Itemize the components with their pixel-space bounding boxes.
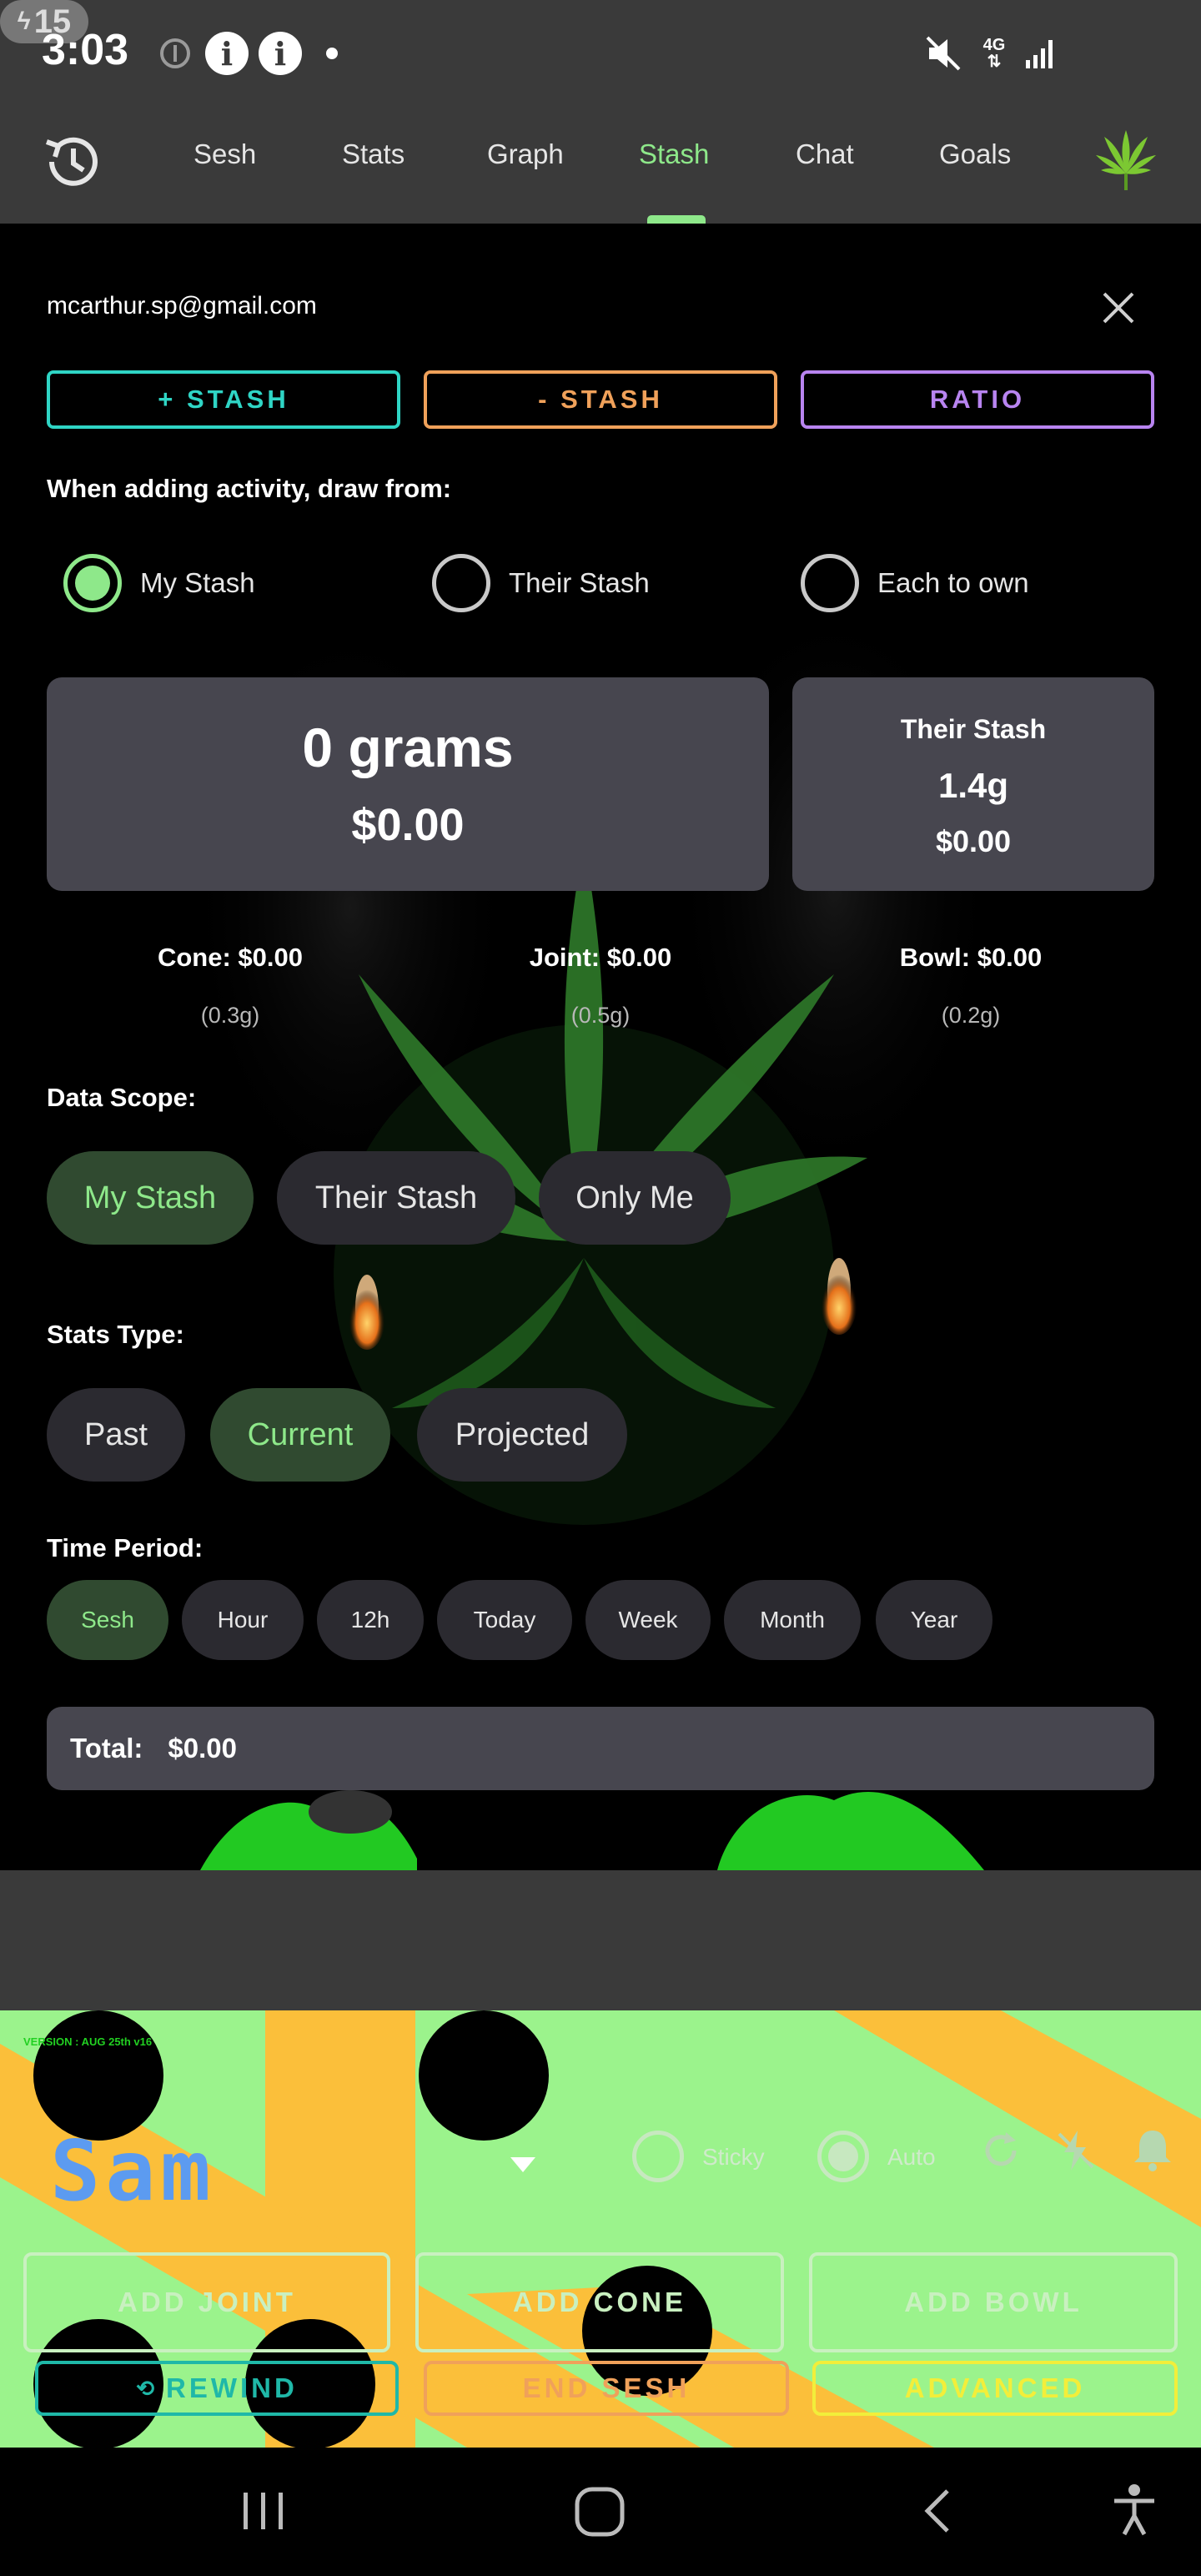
radio-selected-icon[interactable] (63, 554, 122, 612)
scope-their-stash[interactable]: Their Stash (277, 1151, 515, 1245)
flash-off-icon[interactable] (1053, 2127, 1099, 2174)
period-hour[interactable]: Hour (182, 1580, 304, 1660)
add-joint-button[interactable]: ADD JOINT (23, 2252, 390, 2352)
radio-label: Their Stash (509, 567, 650, 598)
total-value: $0.00 (168, 1733, 237, 1763)
advanced-button[interactable]: ADVANCED (812, 2361, 1178, 2416)
radio-unselected-icon[interactable] (801, 554, 859, 612)
my-stash-value: $0.00 (351, 800, 465, 850)
my-stash-card: 0 grams $0.00 (47, 677, 769, 891)
scope-my-stash[interactable]: My Stash (47, 1151, 254, 1245)
system-nav-bar (0, 2448, 1201, 2576)
rewind-label: REWIND (165, 2372, 298, 2403)
radio-unselected-icon[interactable] (432, 554, 490, 612)
their-stash-grams: 1.4g (937, 766, 1009, 805)
account-email: mcarthur.sp@gmail.com (47, 292, 317, 319)
dot-icon (324, 32, 340, 75)
version-text: VERSION : AUG 25th v16 (23, 2035, 153, 2048)
sticky-label: Sticky (702, 2144, 765, 2170)
auto-label: Auto (887, 2144, 936, 2170)
avatar-blob (419, 2010, 549, 2141)
bowl-amount: (0.2g) (941, 1003, 1001, 1028)
bolt-glyph: ϟ (17, 8, 31, 35)
radio-each-to-own[interactable]: Each to own (801, 554, 1029, 612)
period-today[interactable]: Today (437, 1580, 572, 1660)
time-period-label: Time Period: (47, 1533, 204, 1562)
their-stash-card[interactable]: Their Stash 1.4g $0.00 (792, 677, 1154, 891)
history-icon[interactable] (40, 128, 107, 195)
cone-cost: Cone: $0.00 (157, 943, 303, 972)
total-label: Total: (70, 1733, 143, 1763)
back-icon[interactable] (914, 2486, 964, 2536)
joint-amount: (0.5g) (570, 1003, 631, 1028)
auto-toggle[interactable] (817, 2131, 869, 2182)
period-year[interactable]: Year (876, 1580, 992, 1660)
add-stash-button[interactable]: + STASH (47, 370, 400, 429)
stats-type-past[interactable]: Past (47, 1388, 185, 1482)
total-bar: Total: $0.00 (47, 1707, 1154, 1790)
tab-stats[interactable]: Stats (342, 138, 405, 170)
tab-chat[interactable]: Chat (796, 138, 854, 170)
stats-type-projected[interactable]: Projected (417, 1388, 627, 1482)
stats-type-current[interactable]: Current (210, 1388, 390, 1482)
remove-stash-button[interactable]: - STASH (424, 370, 777, 429)
rewind-icon: ⟲ (136, 2375, 158, 2401)
status-bar: 3:03 i i 4G ⇅ ϟ 15 (0, 0, 1201, 105)
arrows-glyph: ⇅ (987, 53, 1002, 71)
cannabis-leaf-icon[interactable] (1091, 125, 1161, 195)
alert-circle-icon (157, 32, 193, 75)
close-icon[interactable] (1099, 289, 1138, 327)
status-time: 3:03 (42, 26, 129, 74)
draw-from-label: When adding activity, draw from: (47, 474, 452, 503)
tab-stash[interactable]: Stash (639, 138, 709, 170)
data-scope-label: Data Scope: (47, 1083, 197, 1112)
info-icon: i (205, 32, 249, 75)
accessibility-icon[interactable] (1109, 2483, 1159, 2538)
stash-panel: mcarthur.sp@gmail.com + STASH - STASH RA… (0, 224, 1201, 1870)
stats-type-label: Stats Type: (47, 1320, 184, 1349)
end-sesh-button[interactable]: END SESH (424, 2361, 789, 2416)
avatar-blob (33, 2010, 163, 2141)
toggle-on-dot (828, 2141, 858, 2171)
their-stash-title: Their Stash (900, 714, 1047, 744)
ratio-button[interactable]: RATIO (801, 370, 1154, 429)
period-12h[interactable]: 12h (317, 1580, 424, 1660)
their-stash-value: $0.00 (935, 824, 1012, 858)
refresh-icon[interactable] (977, 2127, 1024, 2174)
my-stash-grams: 0 grams (302, 717, 514, 778)
cone-amount: (0.3g) (200, 1003, 260, 1028)
recents-icon[interactable] (239, 2486, 289, 2536)
period-week[interactable]: Week (585, 1580, 711, 1660)
signal-bars-icon (1023, 32, 1059, 75)
radio-label: My Stash (140, 567, 255, 598)
scope-only-me[interactable]: Only Me (539, 1151, 731, 1245)
network-arrows-icon: 4G ⇅ (977, 32, 1011, 75)
add-bowl-button[interactable]: ADD BOWL (809, 2252, 1178, 2352)
period-sesh[interactable]: Sesh (47, 1580, 168, 1660)
user-name[interactable]: Sam (50, 2122, 216, 2220)
rewind-button[interactable]: ⟲ REWIND (35, 2361, 399, 2416)
info-icon: i (259, 32, 302, 75)
tab-graph[interactable]: Graph (487, 138, 564, 170)
top-nav: Sesh Stats Graph Stash Chat Goals (0, 105, 1201, 224)
session-dock: VERSION : AUG 25th v16 Sam Sticky Auto A… (0, 2010, 1201, 2448)
radio-my-stash[interactable]: My Stash (63, 554, 255, 612)
network-label: 4G (982, 36, 1006, 54)
chevron-down-icon[interactable] (510, 2157, 535, 2174)
joint-cost: Joint: $0.00 (529, 943, 672, 972)
active-tab-indicator (647, 215, 706, 224)
panel-divider (0, 1870, 1201, 2010)
tab-sesh[interactable]: Sesh (193, 138, 256, 170)
add-cone-button[interactable]: ADD CONE (415, 2252, 784, 2352)
bell-icon[interactable] (1128, 2124, 1178, 2174)
period-month[interactable]: Month (724, 1580, 861, 1660)
mute-icon (922, 32, 964, 75)
tab-goals[interactable]: Goals (939, 138, 1011, 170)
radio-their-stash[interactable]: Their Stash (432, 554, 650, 612)
bowl-cost: Bowl: $0.00 (899, 943, 1043, 972)
sticky-toggle[interactable] (632, 2131, 684, 2182)
radio-label: Each to own (877, 567, 1029, 598)
home-icon[interactable] (572, 2484, 627, 2539)
